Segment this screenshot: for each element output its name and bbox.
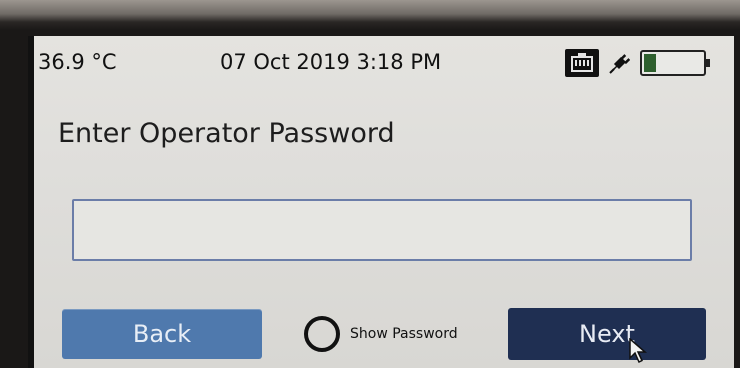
temperature-readout: 36.9 °C <box>38 50 117 74</box>
power-plug-icon <box>608 51 631 75</box>
password-input[interactable] <box>72 199 692 261</box>
show-password-toggle[interactable]: Show Password <box>304 312 458 356</box>
date-time: 07 Oct 2019 3:18 PM <box>220 50 442 74</box>
device-bezel: 36.9 °C 07 Oct 2019 3:18 PM Enter Operat… <box>0 0 740 368</box>
touch-screen: 36.9 °C 07 Oct 2019 3:18 PM Enter Operat… <box>28 36 734 368</box>
battery-terminal <box>706 59 710 67</box>
page-title: Enter Operator Password <box>58 118 395 149</box>
battery-level <box>644 54 656 72</box>
battery-icon <box>640 50 710 76</box>
show-password-radio[interactable] <box>304 316 340 352</box>
status-bar: 36.9 °C 07 Oct 2019 3:18 PM <box>34 36 734 77</box>
mouse-pointer-icon <box>628 337 650 364</box>
back-button-label: Back <box>132 320 192 348</box>
show-password-label: Show Password <box>350 326 458 342</box>
next-button-label: Next <box>579 320 635 348</box>
network-icon <box>565 49 599 77</box>
back-button[interactable]: Back <box>62 309 262 359</box>
next-button[interactable]: Next <box>508 308 706 360</box>
